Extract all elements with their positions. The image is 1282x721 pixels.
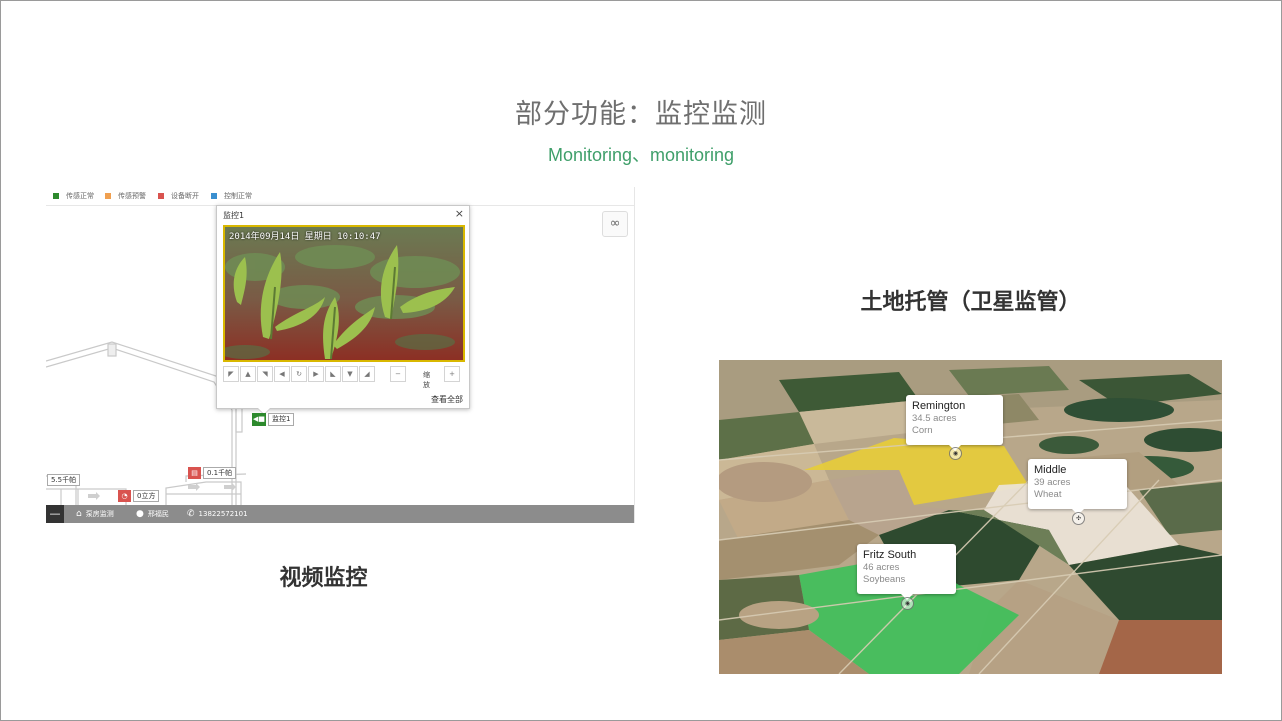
plus-icon: +	[449, 370, 455, 378]
pin-icon: ◉	[952, 450, 959, 457]
legend-swatch	[211, 193, 217, 199]
volume-sensor-value: 0立方	[133, 490, 160, 502]
video-frame	[225, 227, 463, 360]
monitor-screenshot: 传感正常 传感预警 设备断开 控制正常 ∞ 监控1 × 2014年09月14日 …	[46, 187, 635, 523]
field-pin-fritz-south[interactable]: ◉	[901, 597, 914, 610]
arrow-down-icon: ▼	[347, 370, 353, 378]
field-crop: Wheat	[1034, 489, 1062, 500]
status-phone: ✆ 13822572101	[187, 509, 248, 519]
phone-icon: ✆	[187, 509, 195, 519]
field-name: Remington	[912, 400, 966, 412]
arrow-up-left-icon: ◤	[228, 370, 234, 378]
status-bar: — ⌂ 泵房监测 ● 邢福民 ✆ 13822572101	[46, 505, 634, 523]
satellite-caption: 土地托管（卫星监管）	[860, 290, 1081, 315]
camera-icon: ◀■	[252, 413, 266, 426]
legend-item-sensor-warning: 传感预警	[105, 192, 146, 200]
arrow-down-right-icon: ◢	[364, 370, 370, 378]
field-acres: 34.5 acres	[912, 413, 957, 424]
field-crop: Soybeans	[863, 574, 906, 585]
pan-up-right-button[interactable]: ◥	[257, 366, 273, 382]
meter-icon: ▤	[188, 467, 201, 479]
power-sensor-value: 0.1千帕	[203, 467, 237, 479]
legend-swatch	[105, 193, 111, 199]
refresh-icon: ↻	[296, 370, 302, 378]
arrow-down-left-icon: ◣	[330, 370, 336, 378]
zoom-out-button[interactable]: −	[390, 366, 406, 382]
field-name: Fritz South	[863, 549, 917, 561]
legend-item-device-offline: 设备断开	[158, 192, 199, 200]
zoom-in-button[interactable]: +	[444, 366, 460, 382]
field-pin-middle[interactable]: ✣	[1072, 512, 1085, 525]
video-monitoring-caption: 视频监控	[279, 566, 368, 591]
view-all-link[interactable]: 查看全部	[431, 394, 463, 405]
pan-right-button[interactable]: ▶	[308, 366, 324, 382]
zoom-label: 缩放	[423, 371, 430, 389]
page-subtitle: Monitoring、monitoring	[547, 145, 735, 165]
field-card-fritz-south[interactable]: Fritz South 46 acres Soybeans	[857, 544, 956, 600]
pin-icon: ◉	[904, 600, 911, 607]
legend-item-control-normal: 控制正常	[211, 192, 252, 200]
page-title: 部分功能：监控监测	[515, 99, 767, 130]
status-person: ● 邢福民	[136, 509, 169, 519]
legend-swatch	[158, 193, 164, 199]
reset-button[interactable]: ↻	[291, 366, 307, 382]
pan-up-left-button[interactable]: ◤	[223, 366, 239, 382]
collapse-button[interactable]: —	[46, 505, 64, 523]
popup-title: 监控1	[223, 211, 245, 220]
camera-popup: 监控1 × 2014年09月14日 星期日 10:10:47 ◤ ▲ ◥ ◀ ↻…	[216, 205, 470, 415]
link-icon: ∞	[609, 216, 621, 231]
status-legend: 传感正常 传感预警 设备断开 控制正常	[46, 187, 634, 206]
pan-down-right-button[interactable]: ◢	[359, 366, 375, 382]
video-timestamp: 2014年09月14日 星期日 10:10:47	[229, 232, 381, 242]
pressure-sensor-value[interactable]: 5.5千帕	[47, 474, 81, 486]
camera-marker-label: 监控1	[268, 413, 295, 426]
pan-down-left-button[interactable]: ◣	[325, 366, 341, 382]
status-location: ⌂ 泵房监测	[76, 509, 114, 519]
pin-icon: ✣	[1075, 515, 1082, 522]
arrow-up-icon: ▲	[245, 370, 251, 378]
field-acres: 46 acres	[863, 562, 900, 573]
gauge-icon: ◔	[118, 490, 131, 502]
satellite-map[interactable]: Remington 34.5 acres Corn ◉ Middle 39 ac…	[719, 360, 1222, 674]
field-pin-remington[interactable]: ◉	[949, 447, 962, 460]
legend-swatch	[53, 193, 59, 199]
field-card-middle[interactable]: Middle 39 acres Wheat	[1028, 459, 1127, 515]
field-crop: Corn	[912, 425, 933, 436]
pan-down-button[interactable]: ▼	[342, 366, 358, 382]
arrow-right-icon: ▶	[313, 370, 319, 378]
user-icon: ●	[136, 509, 144, 519]
minus-icon: −	[395, 370, 401, 378]
field-card-remington[interactable]: Remington 34.5 acres Corn	[906, 395, 1003, 451]
field-name: Middle	[1034, 464, 1067, 476]
home-icon: ⌂	[76, 509, 82, 519]
field-acres: 39 acres	[1034, 477, 1071, 488]
pan-left-button[interactable]: ◀	[274, 366, 290, 382]
pan-up-button[interactable]: ▲	[240, 366, 256, 382]
link-toggle-button[interactable]: ∞	[602, 211, 628, 237]
arrow-left-icon: ◀	[279, 370, 285, 378]
arrow-up-right-icon: ◥	[262, 370, 268, 378]
legend-item-sensor-normal: 传感正常	[53, 192, 94, 200]
close-icon[interactable]: ×	[455, 207, 464, 220]
video-feed[interactable]: 2014年09月14日 星期日 10:10:47	[223, 225, 465, 362]
